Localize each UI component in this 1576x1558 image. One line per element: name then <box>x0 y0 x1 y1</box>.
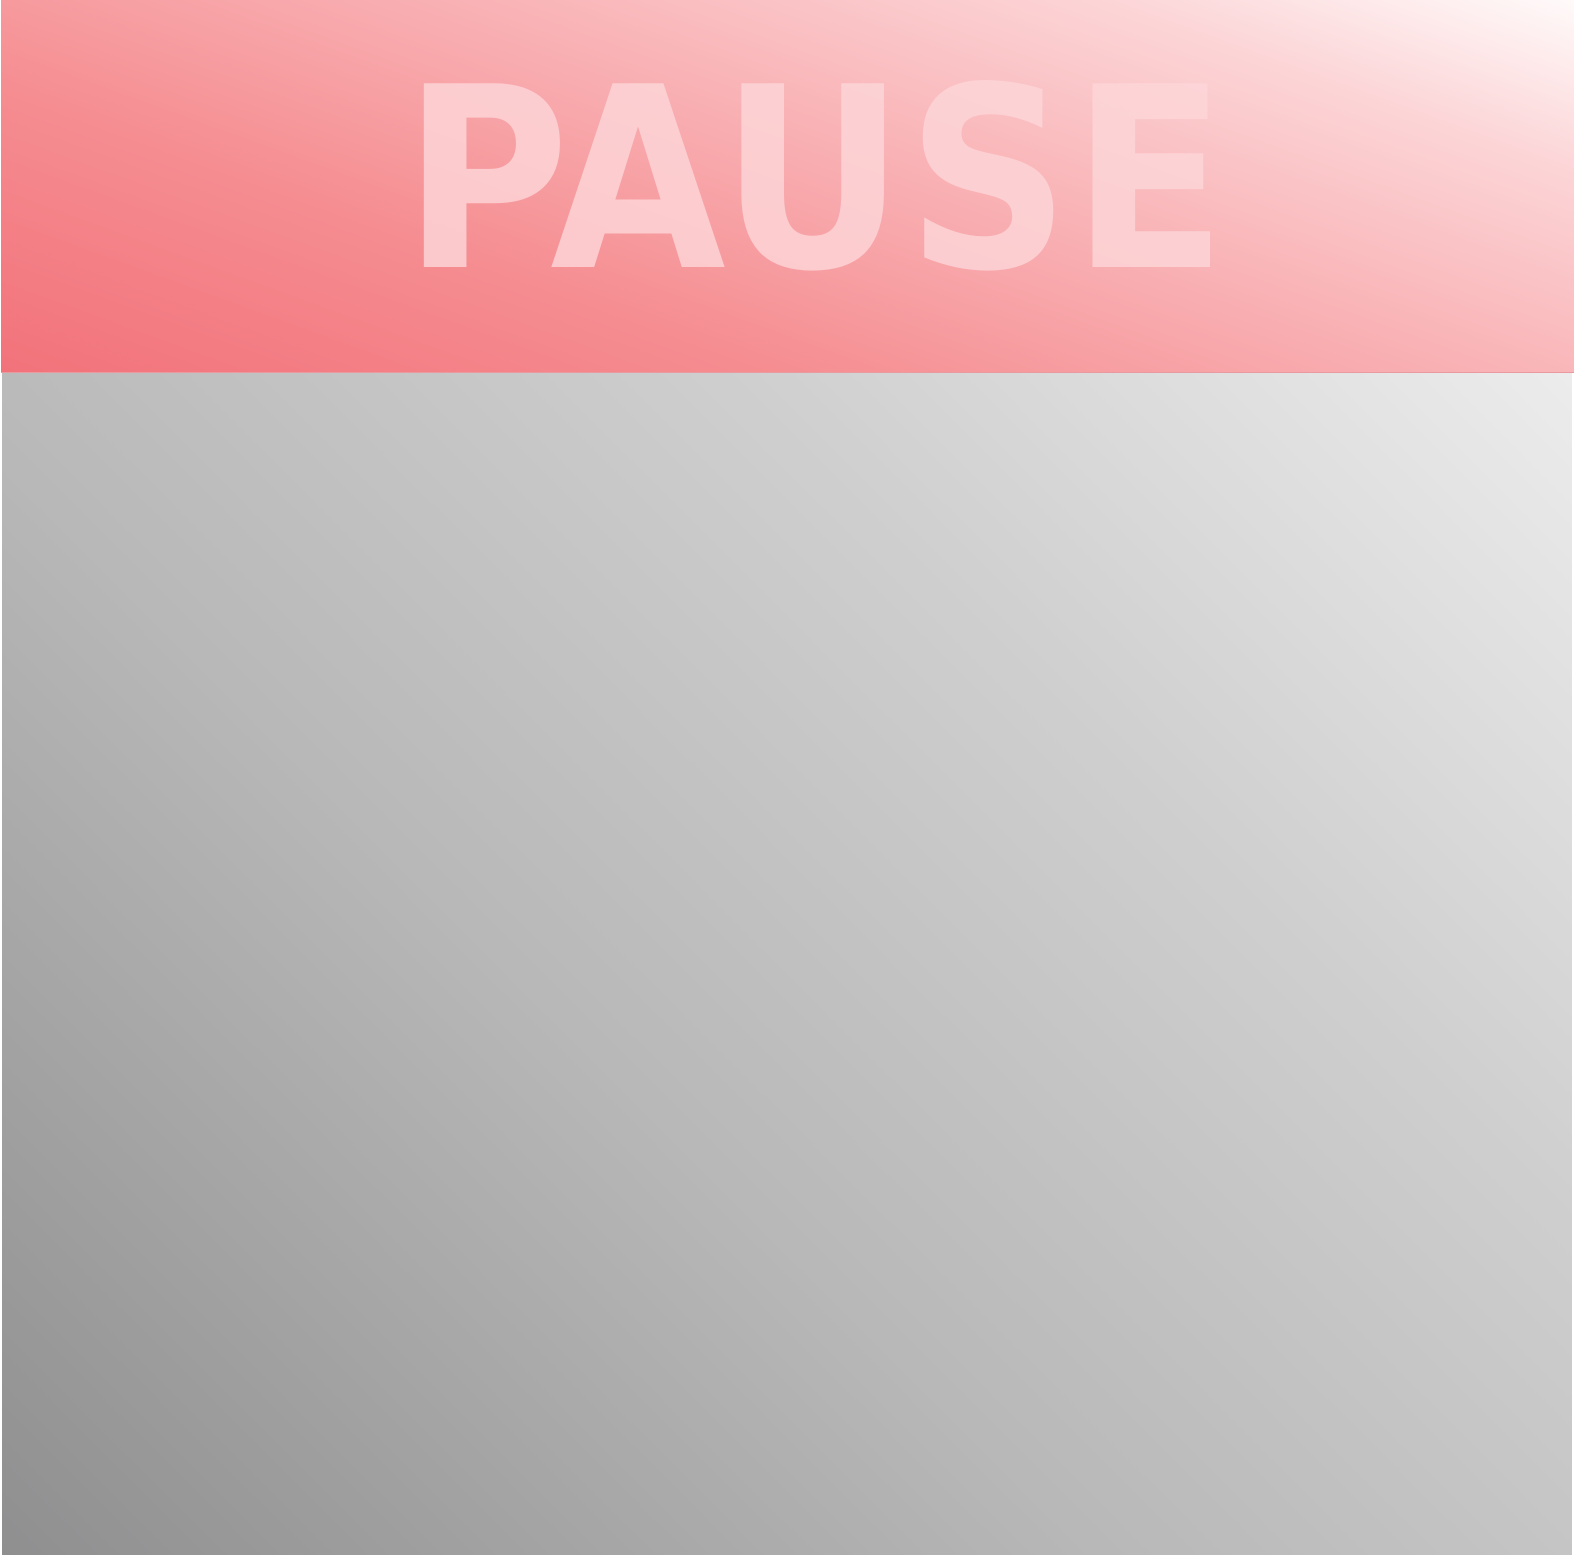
pause-screen: PAUSE <box>0 0 1576 1558</box>
pause-banner: PAUSE <box>1 0 1574 373</box>
pause-title: PAUSE <box>403 34 1229 327</box>
game-area <box>2 373 1572 1555</box>
